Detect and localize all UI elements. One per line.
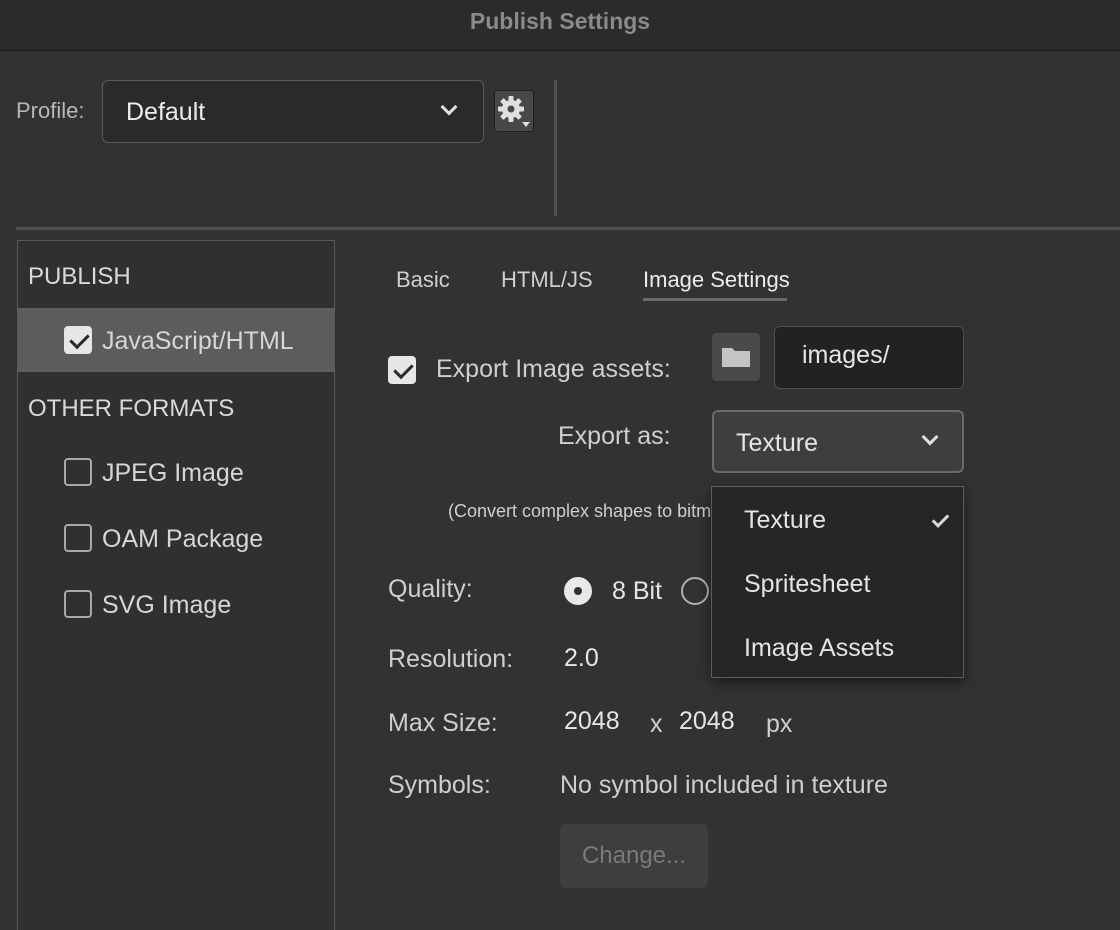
symbols-label: Symbols: [388,771,491,799]
profile-gear-button[interactable] [494,90,534,132]
convert-shapes-note: (Convert complex shapes to bitm [448,501,712,521]
resolution-label: Resolution: [388,645,514,673]
max-width-value[interactable]: 2048 [564,707,620,736]
sidebar-item-label: SVG Image [102,591,232,619]
max-height-value[interactable]: 2048 [679,707,735,736]
sidebar-item-label: JPEG Image [102,459,244,487]
browse-folder-button[interactable] [712,333,760,381]
times-sign: x [650,710,663,738]
active-tab-indicator [643,298,787,301]
export-as-label: Export as: [558,422,671,450]
other-formats-section-title: OTHER FORMATS [28,395,235,422]
gear-icon [498,96,530,127]
jpeg-image-checkbox[interactable] [64,458,92,486]
tab-basic[interactable]: Basic [396,267,450,293]
max-size-label: Max Size: [388,709,498,737]
size-unit: px [766,710,793,738]
dropdown-option-image-assets[interactable]: Image Assets [744,634,894,663]
profile-value: Default [126,98,206,126]
export-image-assets-checkbox[interactable] [388,356,416,384]
export-as-select[interactable]: Texture [712,410,964,473]
window-title: Publish Settings [0,0,1120,51]
profile-label: Profile: [16,98,85,123]
symbols-value: No symbol included in texture [560,771,888,799]
sidebar-item-jpeg-image[interactable]: JPEG Image [18,441,334,505]
svg-image-checkbox[interactable] [64,590,92,618]
sidebar-item-javascript-html[interactable]: JavaScript/HTML [18,308,334,372]
change-symbols-button[interactable]: Change... [560,824,708,888]
vertical-divider [554,80,557,216]
export-as-dropdown-menu: Texture Spritesheet Image Assets [711,486,964,678]
export-image-assets-label: Export Image assets: [436,355,671,383]
javascript-html-checkbox[interactable] [64,326,92,354]
checkmark-icon [931,510,950,528]
chevron-down-icon [921,428,939,446]
quality-8bit-label: 8 Bit [612,577,663,605]
sidebar-item-svg-image[interactable]: SVG Image [18,573,334,637]
chevron-down-icon [440,98,458,116]
sidebar-item-label: JavaScript/HTML [102,327,294,355]
horizontal-divider [16,227,1120,230]
oam-package-checkbox[interactable] [64,524,92,552]
sidebar-item-label: OAM Package [102,525,264,553]
quality-label: Quality: [388,575,473,603]
folder-icon [722,348,750,367]
dropdown-option-spritesheet[interactable]: Spritesheet [744,570,870,599]
export-as-value: Texture [736,429,818,457]
sidebar-item-oam-package[interactable]: OAM Package [18,507,334,571]
image-folder-path-value: images/ [802,341,890,369]
dropdown-option-texture[interactable]: Texture [744,506,826,535]
resolution-value[interactable]: 2.0 [564,644,599,673]
quality-8bit-radio[interactable] [564,577,592,605]
format-sidebar: PUBLISH JavaScript/HTML OTHER FORMATS JP… [17,240,335,930]
image-folder-path-field[interactable]: images/ [774,326,964,389]
publish-section-title: PUBLISH [28,263,131,290]
quality-other-radio[interactable] [681,577,709,605]
tab-image-settings[interactable]: Image Settings [643,267,790,293]
tab-html-js[interactable]: HTML/JS [501,267,593,293]
profile-select[interactable]: Default [102,80,484,143]
